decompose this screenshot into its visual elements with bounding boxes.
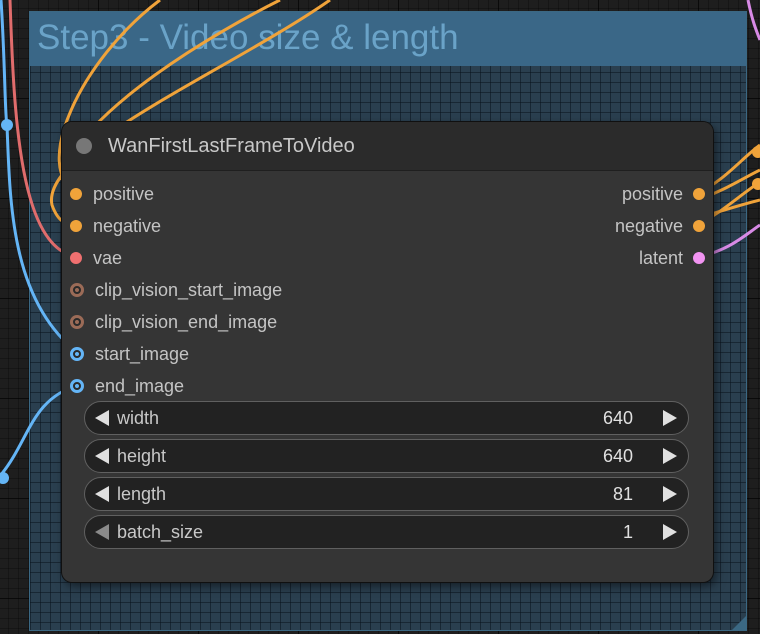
output-label: latent [638,247,683,268]
input-connector-dot[interactable] [70,283,84,297]
input-connector-dot[interactable] [70,188,82,200]
decrement-arrow-icon[interactable] [95,410,109,426]
input-label: vae [93,247,123,268]
output-label: positive [621,183,683,204]
input-label: start_image [95,343,190,364]
input-label: clip_vision_end_image [95,311,278,332]
widget-value[interactable]: 1 [623,522,633,543]
node-wan-first-last-frame-to-video[interactable]: WanFirstLastFrameToVideo positive negativ… [62,122,713,582]
decrement-arrow-icon[interactable] [95,448,109,464]
increment-arrow-icon[interactable] [663,524,677,540]
input-slot-end-image[interactable]: end_image [70,374,184,398]
group-resize-handle[interactable] [732,616,746,630]
widget-value[interactable]: 81 [613,484,633,505]
output-slot-negative[interactable]: negative [615,214,705,238]
collapse-toggle-icon[interactable] [76,138,92,154]
input-label: negative [93,215,162,236]
input-connector-dot[interactable] [70,379,84,393]
input-connector-dot[interactable] [70,347,84,361]
group-header[interactable]: Step3 - Video size & length [30,12,746,66]
input-slot-clip-vision-start-image[interactable]: clip_vision_start_image [70,278,282,302]
widget-height[interactable]: height 640 [84,439,689,473]
output-label: negative [614,215,683,236]
increment-arrow-icon[interactable] [663,448,677,464]
widget-label: length [117,484,167,504]
input-slot-clip-vision-end-image[interactable]: clip_vision_end_image [70,310,277,334]
widget-value[interactable]: 640 [603,408,633,429]
wire-latent-top [746,0,760,41]
input-connector-dot[interactable] [70,220,82,232]
widget-label: height [117,446,167,466]
reroute-dot-3 [752,146,760,158]
input-label: end_image [95,375,185,396]
input-label: positive [93,183,155,204]
input-connector-dot[interactable] [70,315,84,329]
output-connector-dot[interactable] [693,220,705,232]
input-slot-vae[interactable]: vae [70,246,122,270]
widget-width[interactable]: width 640 [84,401,689,435]
input-label: clip_vision_start_image [95,279,283,300]
widget-length[interactable]: length 81 [84,477,689,511]
widget-batch-size[interactable]: batch_size 1 [84,515,689,549]
input-slot-positive[interactable]: positive [70,182,154,206]
input-slot-negative[interactable]: negative [70,214,161,238]
reroute-dot-2 [0,472,9,484]
output-slot-positive[interactable]: positive [622,182,705,206]
reroute-dot-4 [752,178,760,190]
node-title: WanFirstLastFrameToVideo [108,135,355,157]
widget-label: batch_size [117,522,204,542]
increment-arrow-icon[interactable] [663,410,677,426]
reroute-dot-1 [1,119,13,131]
output-connector-dot[interactable] [693,252,705,264]
output-connector-dot[interactable] [693,188,705,200]
group-title: Step3 - Video size & length [37,18,459,57]
widget-label: width [117,408,160,428]
decrement-arrow-icon[interactable] [95,486,109,502]
input-connector-dot[interactable] [70,252,82,264]
decrement-arrow-icon[interactable] [95,524,109,540]
node-header[interactable]: WanFirstLastFrameToVideo [62,122,713,171]
widget-value[interactable]: 640 [603,446,633,467]
output-slot-latent[interactable]: latent [639,246,705,270]
input-slot-start-image[interactable]: start_image [70,342,189,366]
increment-arrow-icon[interactable] [663,486,677,502]
